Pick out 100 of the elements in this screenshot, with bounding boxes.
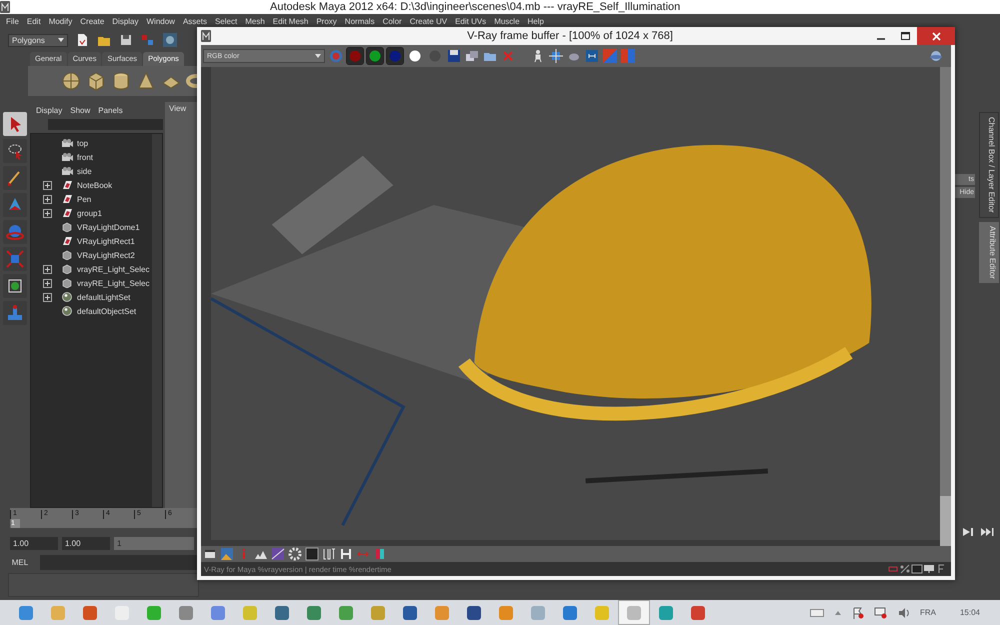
clock[interactable]: 15:04 [960,608,980,617]
app-icon [434,604,450,620]
outliner-item[interactable]: defaultObjectSet [31,304,152,318]
outliner-item[interactable]: Pen [31,192,152,206]
monitor-icon[interactable] [923,564,935,574]
app-icon [594,604,610,620]
start-time-field[interactable]: 1.00 [10,536,58,550]
sphere-icon[interactable] [929,49,943,63]
menu-item[interactable]: Edit [26,16,41,26]
app-icon [306,604,322,620]
outliner-item[interactable]: vrayRE_Light_Selec [31,276,152,290]
sphere-icon [61,71,81,91]
skip-end-icon[interactable] [980,527,994,537]
menu-item[interactable]: Normals [344,16,375,26]
copy-icon[interactable] [465,49,479,63]
curve-icon[interactable] [271,547,285,561]
expand-icon[interactable] [42,292,52,302]
step-forward-icon[interactable] [962,527,974,537]
percent-icon[interactable] [899,564,911,574]
cube-icon [61,278,73,288]
scale-icon[interactable] [5,249,25,269]
menu-item[interactable]: View [169,104,186,113]
expand-icon[interactable] [42,180,52,190]
menu-item[interactable]: Mesh [245,16,265,26]
outliner-item[interactable]: side [31,164,152,178]
expand-icon[interactable] [42,208,52,218]
language-indicator[interactable]: FRA [920,608,936,617]
outliner-item[interactable]: defaultLightSet [31,290,152,304]
window-title: V-Ray frame buffer - [100% of 1024 x 768] [466,30,674,42]
save-icon[interactable] [118,32,134,48]
caret-up-icon[interactable] [834,610,842,616]
rotate-icon[interactable] [5,222,25,242]
app-icon [370,604,386,620]
menu-item[interactable]: Display [36,106,62,114]
menu-item[interactable]: Assets [182,16,207,26]
cube-icon [61,222,73,232]
caret-icon [58,38,64,42]
outliner-item[interactable]: VRayLightRect2 [31,248,152,262]
window-icon[interactable] [203,547,217,561]
outliner-item[interactable]: front [31,150,152,164]
menu-item[interactable]: Window [146,16,175,26]
camera-icon [61,166,73,176]
outliner-item[interactable]: VRayLightRect1 [31,234,152,248]
app-icon [498,604,514,620]
h-letter-icon[interactable] [339,547,353,561]
camera-icon [61,138,73,148]
network-icon[interactable] [874,606,888,618]
split-icon[interactable] [373,547,387,561]
menu-item[interactable]: Proxy [316,16,337,26]
filter-field[interactable] [48,119,163,130]
menu-item[interactable]: Modify [48,16,72,26]
menu-item[interactable]: Show [70,106,90,114]
command-field[interactable] [40,554,197,570]
caret-icon [315,54,321,58]
menu-item[interactable]: Create [80,16,104,26]
menu-item[interactable]: Select [214,16,238,26]
side-tab[interactable]: Channel Box / Layer Editor [979,112,999,218]
menu-item[interactable]: Panels [98,106,123,114]
mode-dropdown[interactable]: Polygons [8,34,68,46]
close-button[interactable] [917,27,955,45]
gear-icon[interactable] [288,547,302,561]
menu-item[interactable]: File [6,16,19,26]
outliner-item[interactable]: group1 [31,206,152,220]
playback-start-field[interactable]: 1.00 [62,536,110,550]
outliner-item[interactable]: VRayLightDome1 [31,220,152,234]
lut-icon[interactable] [322,547,336,561]
app-icon [690,604,706,620]
menu-item[interactable]: Display [112,16,138,26]
scrollbar[interactable] [940,67,951,546]
cylinder-icon [111,71,131,91]
app-icon [146,604,162,620]
close-icon [932,32,940,40]
app-icon [402,604,418,620]
menu-item[interactable]: Help [528,16,544,26]
expand-icon[interactable] [42,264,52,274]
outliner-item[interactable]: vrayRE_Light_Selec [31,262,152,276]
menu-item[interactable]: Create UV [410,16,448,26]
menu-item[interactable]: Color [382,16,402,26]
app-icon [530,604,546,620]
sphere-icon [61,306,73,316]
mesh-icon [61,208,73,218]
expand-icon[interactable] [42,278,52,288]
scrollbar[interactable] [152,134,162,507]
blocks-icon[interactable] [5,303,25,323]
cube-icon [61,250,73,260]
side-tab[interactable]: Attribute Editor [979,222,999,283]
maya-logo-icon [0,1,10,13]
save-icon[interactable] [447,49,461,63]
rect-icon[interactable] [887,564,899,574]
outliner-item[interactable]: top [31,136,152,150]
speaker-icon[interactable] [898,606,910,618]
cube-icon [86,71,106,91]
menu-item[interactable]: Edit UVs [455,16,486,26]
expand-icon[interactable] [42,194,52,204]
app-icon [50,604,66,620]
outliner-item[interactable]: NoteBook [31,178,152,192]
keyboard-icon[interactable] [810,608,824,616]
menu-item[interactable]: Edit Mesh [272,16,308,26]
flag-icon[interactable] [852,606,864,618]
menu-item[interactable]: Muscle [494,16,520,26]
